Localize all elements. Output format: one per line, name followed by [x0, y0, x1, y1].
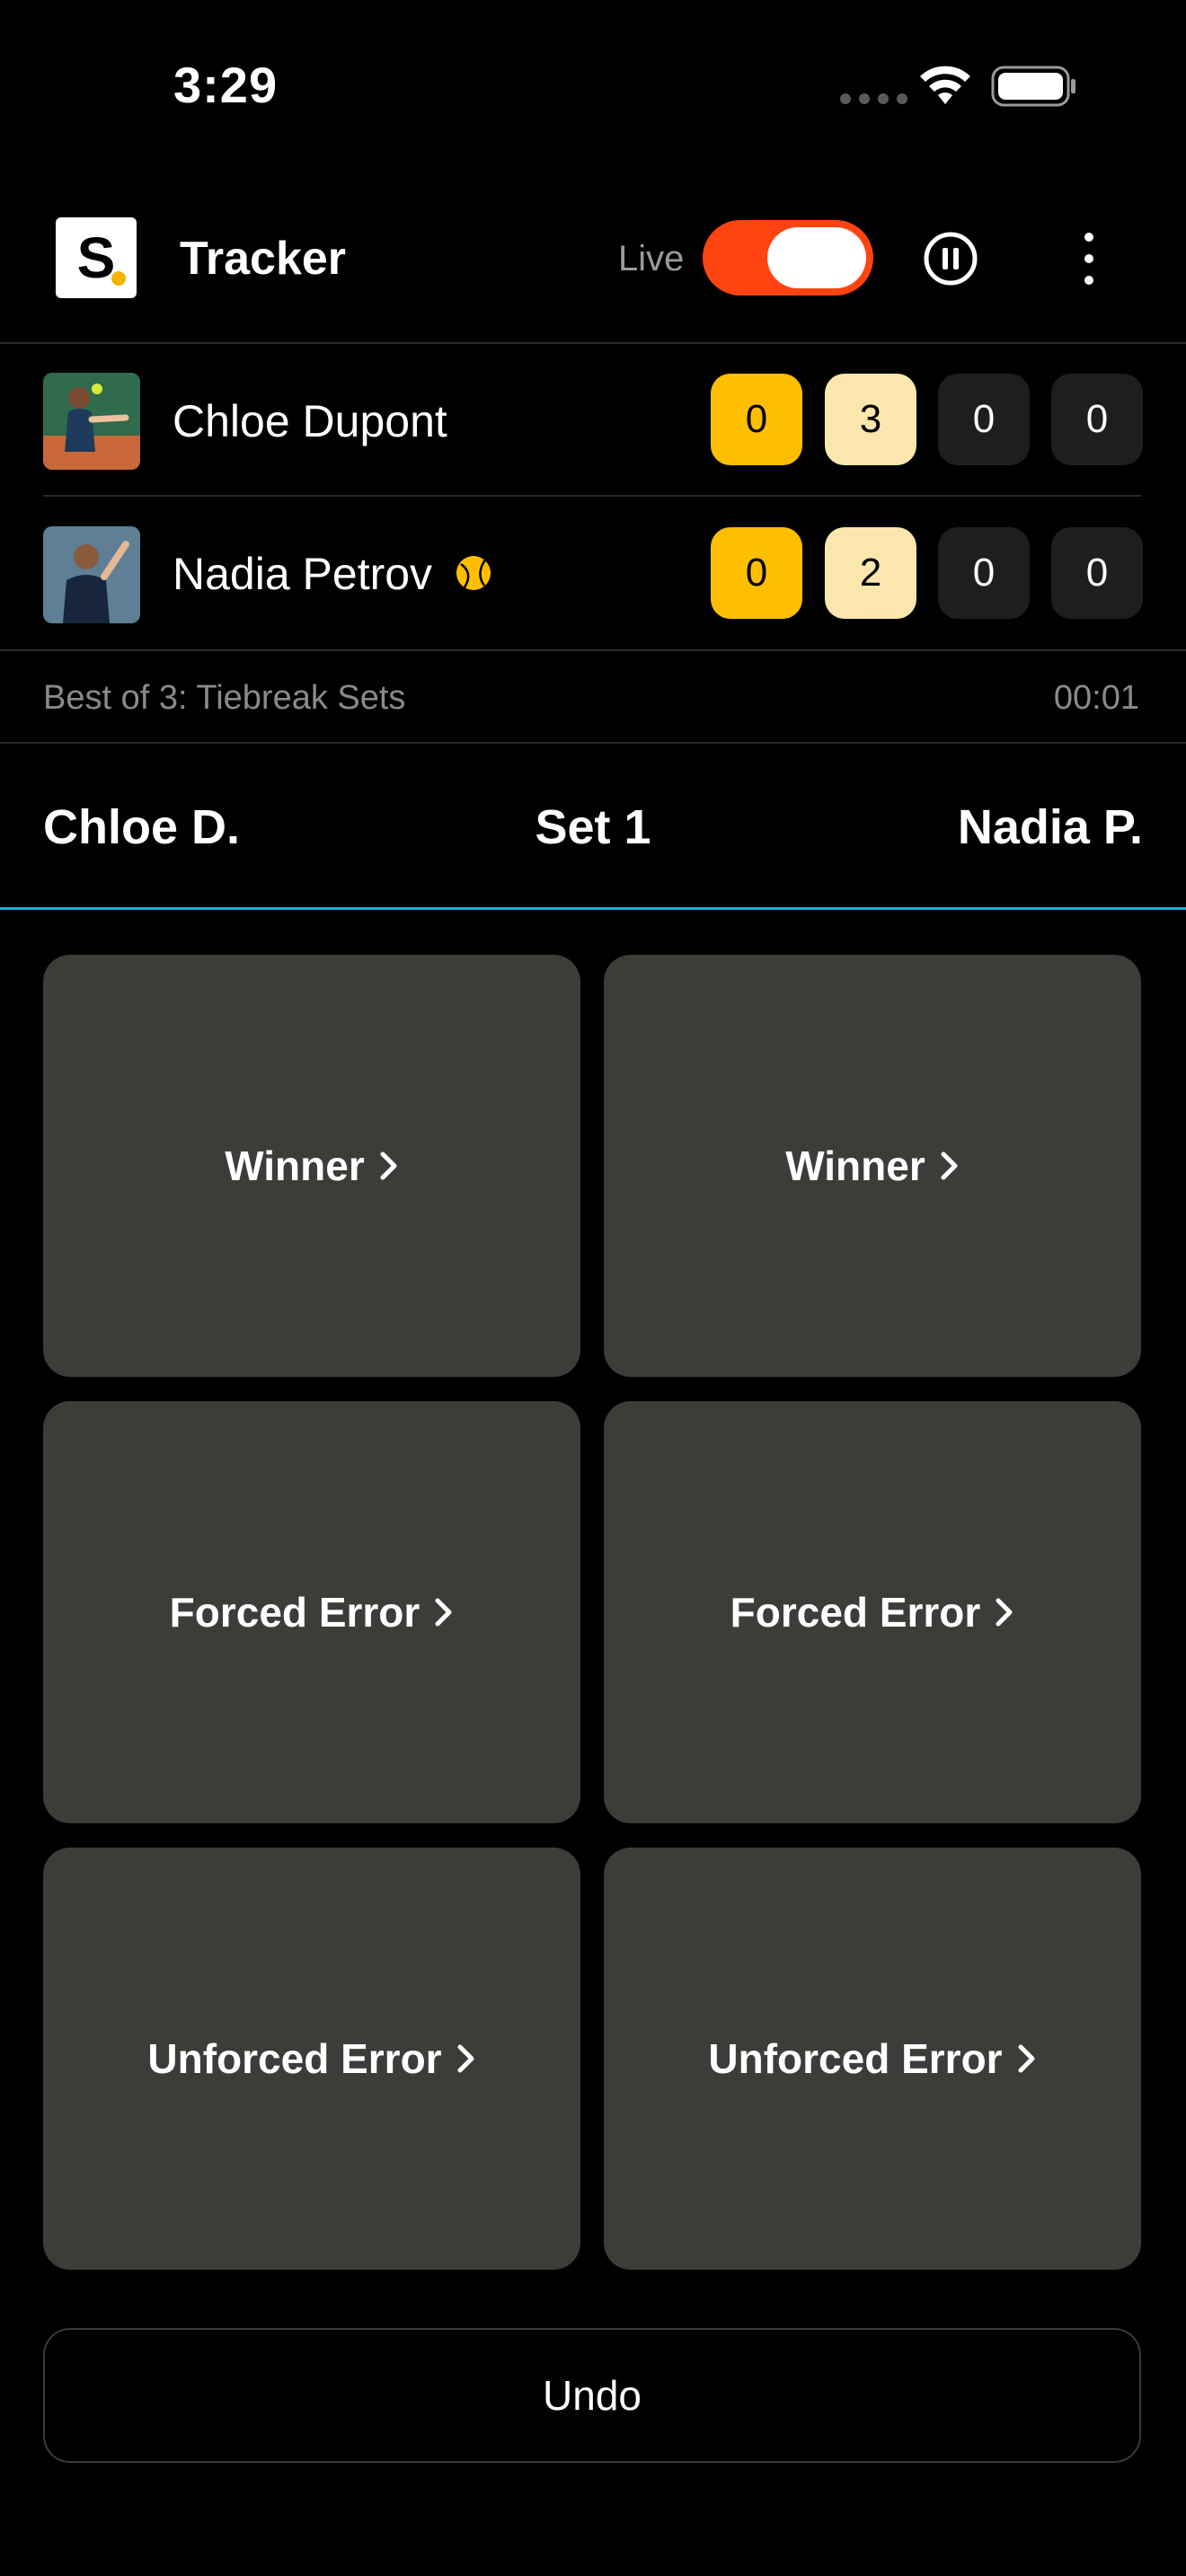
chevron-right-icon	[941, 1151, 958, 1180]
set-score: 0	[1051, 374, 1143, 465]
avatar	[43, 373, 140, 470]
set-score: 3	[825, 374, 916, 465]
status-bar: 3:29	[0, 0, 1186, 171]
logo-letter: S	[76, 225, 116, 290]
chevron-right-icon	[457, 2044, 474, 2073]
chevron-right-icon	[996, 1598, 1013, 1627]
player-name: Chloe Dupont	[173, 396, 447, 446]
status-time: 3:29	[173, 57, 279, 113]
player-row-2: Nadia Petrov 0 2 0 0	[0, 496, 1186, 648]
battery-icon	[991, 66, 1075, 107]
player-name: Nadia Petrov	[173, 549, 433, 599]
set-score: 2	[825, 527, 916, 619]
player1-forced-error-button[interactable]: Forced Error	[43, 1401, 580, 1823]
wifi-icon	[920, 66, 970, 104]
match-format: Best of 3: Tiebreak Sets	[43, 679, 406, 717]
set-bar-underline	[0, 907, 1186, 910]
pause-button[interactable]	[923, 231, 978, 287]
undo-button[interactable]: Undo	[43, 2328, 1141, 2463]
scoreboard-divider	[0, 649, 1186, 651]
match-timer: 00:01	[1053, 679, 1139, 717]
action-label: Winner	[785, 1142, 925, 1189]
serving-ball-icon	[456, 556, 491, 590]
action-label: Unforced Error	[147, 2035, 442, 2082]
page-title: Tracker	[180, 233, 347, 285]
chevron-right-icon	[435, 1598, 452, 1627]
player-row-1: Chloe Dupont 0 3 0 0	[0, 343, 1186, 496]
player1-unforced-error-button[interactable]: Unforced Error	[43, 1848, 580, 2270]
action-label: Unforced Error	[708, 2035, 1003, 2082]
player2-winner-button[interactable]: Winner	[604, 955, 1141, 1377]
tennis-ball-icon	[111, 271, 126, 286]
player1-winner-button[interactable]: Winner	[43, 955, 580, 1377]
player2-unforced-error-button[interactable]: Unforced Error	[604, 1848, 1141, 2270]
format-divider	[0, 742, 1186, 744]
action-label: Forced Error	[169, 1589, 420, 1636]
game-score: 0	[711, 527, 802, 619]
live-toggle[interactable]	[703, 220, 873, 296]
chevron-right-icon	[380, 1151, 397, 1180]
cellular-signal-icon	[840, 93, 907, 104]
game-score: 0	[711, 374, 802, 465]
chevron-right-icon	[1018, 2044, 1035, 2073]
player2-forced-error-button[interactable]: Forced Error	[604, 1401, 1141, 1823]
app-logo: S	[56, 217, 137, 298]
app-header	[0, 171, 1186, 341]
set-score: 0	[1051, 527, 1143, 619]
set-score: 0	[938, 374, 1030, 465]
action-label: Winner	[225, 1142, 365, 1189]
more-options-icon[interactable]	[1069, 229, 1109, 288]
set-bar-right-player: Nadia P.	[957, 800, 1143, 854]
live-label: Live	[618, 239, 685, 278]
set-score: 0	[938, 527, 1030, 619]
avatar	[43, 526, 140, 623]
toggle-knob	[767, 227, 866, 288]
action-label: Forced Error	[730, 1589, 981, 1636]
